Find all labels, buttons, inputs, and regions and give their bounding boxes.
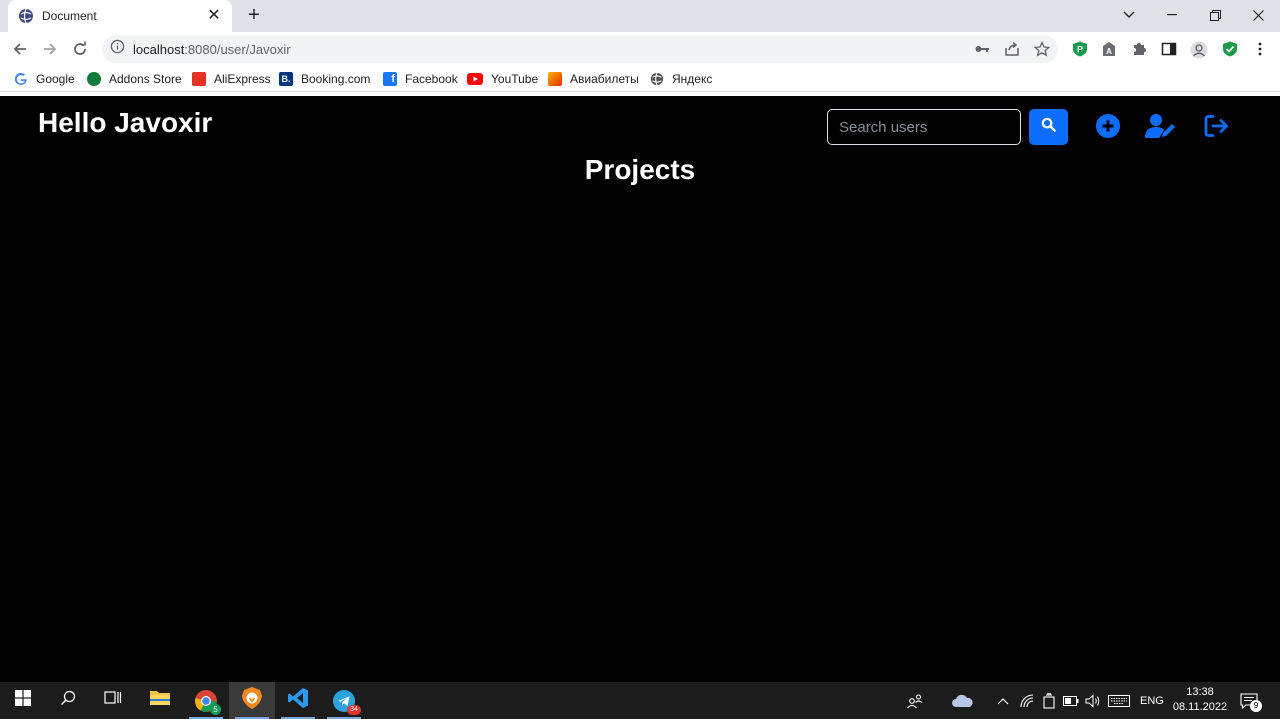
new-tab-button[interactable]: + <box>242 4 266 28</box>
folder-icon <box>149 689 171 712</box>
search-icon <box>1041 117 1056 137</box>
windows-icon <box>15 690 31 711</box>
bookmark-booking[interactable]: B. Booking.com <box>279 70 370 88</box>
taskbar: 5 34 ENG 13:38 08.11.2022 9 <box>0 682 1280 719</box>
clock-date: 08.11.2022 <box>1172 701 1228 713</box>
restore-button[interactable] <box>1193 0 1237 30</box>
browser-tab[interactable]: Document ✕ <box>8 0 232 32</box>
key-icon[interactable] <box>974 41 990 57</box>
menu-kebab-icon[interactable] <box>1252 41 1268 57</box>
font-extension-icon[interactable]: A <box>1101 41 1117 57</box>
extensions-puzzle-icon[interactable] <box>1131 41 1147 57</box>
tab-title: Document <box>42 9 97 23</box>
globe-icon <box>650 72 664 86</box>
device-icon[interactable] <box>1042 682 1056 719</box>
address-bar[interactable]: localhost:8080/user/Javoxir <box>102 35 1058 63</box>
page-content: Hello Javoxir Projects <box>0 96 1280 682</box>
close-window-button[interactable] <box>1236 0 1280 30</box>
unread-badge: 34 <box>347 704 361 715</box>
people-icon[interactable] <box>906 682 924 719</box>
notification-icon: 9 <box>1240 692 1262 712</box>
vscode-icon <box>287 687 309 714</box>
file-explorer-button[interactable] <box>137 682 183 719</box>
forward-button[interactable] <box>38 37 62 61</box>
close-tab-icon[interactable]: ✕ <box>206 8 222 24</box>
facebook-icon: f <box>383 72 397 86</box>
language-indicator[interactable]: ENG <box>1140 682 1164 719</box>
back-button[interactable] <box>8 37 32 61</box>
brave-taskbar-button[interactable] <box>229 682 275 719</box>
bookmark-youtube[interactable]: YouTube <box>467 70 538 88</box>
info-icon[interactable] <box>110 39 125 59</box>
notification-center-button[interactable]: 9 <box>1240 682 1262 719</box>
chrome-profile-badge: 5 <box>210 703 221 715</box>
keyboard-icon[interactable] <box>1108 682 1130 719</box>
vscode-taskbar-button[interactable] <box>275 682 321 719</box>
url-text: localhost:8080/user/Javoxir <box>133 41 291 57</box>
tab-search-icon[interactable] <box>1107 0 1151 30</box>
user-edit-icon <box>1145 113 1177 144</box>
task-view-button[interactable] <box>90 682 136 719</box>
minimize-button[interactable] <box>1150 0 1194 30</box>
system-clock[interactable]: 13:38 08.11.2022 <box>1168 685 1232 715</box>
clock-time: 13:38 <box>1186 686 1214 698</box>
bookmark-aliexpress[interactable]: AliExpress <box>192 70 271 88</box>
aliexpress-icon <box>192 72 206 86</box>
search-users-input[interactable] <box>827 109 1021 145</box>
taskbar-search-button[interactable] <box>45 682 91 719</box>
svg-text:A: A <box>1106 47 1112 56</box>
onedrive-cloud-icon[interactable] <box>950 682 974 719</box>
battery-icon[interactable] <box>1063 682 1079 719</box>
greeting-heading: Hello Javoxir <box>38 107 213 138</box>
browser-shield-icon <box>241 686 263 715</box>
add-project-button[interactable] <box>1093 113 1123 143</box>
share-icon[interactable] <box>1004 41 1020 57</box>
bookmarks-bar: Google Addons Store AliExpress B. Bookin… <box>0 66 1280 92</box>
bookmark-google[interactable]: Google <box>14 70 75 88</box>
bookmark-star-icon[interactable] <box>1033 40 1051 57</box>
bookmark-addons-store[interactable]: Addons Store <box>87 70 182 88</box>
start-button[interactable] <box>0 682 46 719</box>
task-view-icon <box>104 690 122 711</box>
browser-chrome: Document ✕ + localhost:8080/user/Javoxir… <box>0 0 1280 96</box>
chrome-taskbar-button[interactable]: 5 <box>183 682 229 719</box>
google-icon <box>14 72 28 86</box>
logout-icon <box>1204 114 1230 143</box>
reload-button[interactable] <box>68 37 92 61</box>
globe-icon <box>18 8 34 24</box>
shield-check-icon[interactable] <box>1222 41 1238 57</box>
side-panel-icon[interactable] <box>1161 41 1177 57</box>
profile-avatar-icon[interactable] <box>1190 41 1208 59</box>
plus-circle-icon <box>1096 113 1120 143</box>
projects-heading: Projects <box>584 154 696 185</box>
bookmark-yandex[interactable]: Яндекс <box>650 70 712 88</box>
notification-count-badge: 9 <box>1250 699 1262 712</box>
wifi-icon[interactable] <box>1019 682 1035 719</box>
telegram-taskbar-button[interactable]: 34 <box>321 682 367 719</box>
show-hidden-icons-chevron-up-icon[interactable] <box>997 682 1009 719</box>
tab-strip: Document ✕ + <box>0 0 1280 32</box>
search-button[interactable] <box>1029 109 1068 145</box>
vpn-extension-icon[interactable]: P <box>1072 41 1088 57</box>
bookmark-aviabilety[interactable]: Авиабилеты <box>548 70 639 88</box>
volume-icon[interactable] <box>1085 682 1101 719</box>
telegram-icon: 34 <box>333 689 361 715</box>
logout-button[interactable] <box>1202 113 1232 143</box>
addons-store-icon <box>87 72 101 86</box>
svg-text:P: P <box>1077 45 1083 55</box>
bookmark-facebook[interactable]: f Facebook <box>383 70 458 88</box>
browser-toolbar: localhost:8080/user/Javoxir <box>0 32 1280 66</box>
edit-user-button[interactable] <box>1145 113 1177 144</box>
search-icon <box>60 690 76 711</box>
aviabilety-icon <box>548 72 562 86</box>
chrome-icon: 5 <box>194 689 221 715</box>
youtube-icon <box>467 73 483 85</box>
booking-icon: B. <box>279 72 293 86</box>
